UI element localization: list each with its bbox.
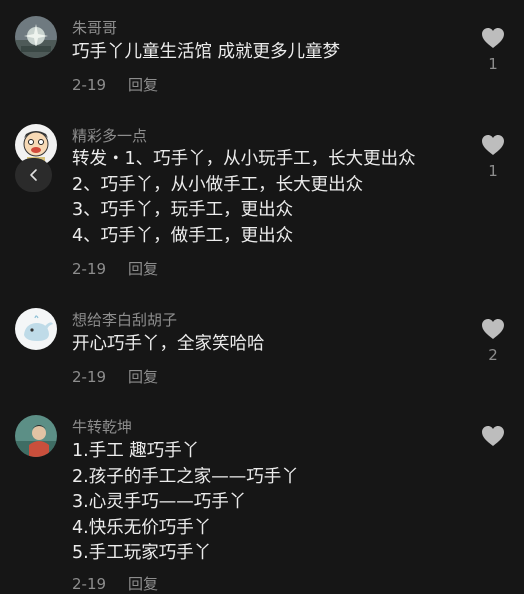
username[interactable]: 牛转乾坤 [72, 416, 132, 437]
comment-line: 5.手工玩家巧手丫 [72, 543, 212, 563]
avatar[interactable] [15, 16, 57, 58]
comment-line: 开心巧手丫，全家笑哈哈 [72, 334, 265, 354]
comment-meta: 2-19 回复 [72, 573, 158, 594]
heart-icon [482, 135, 504, 155]
chevron-left-icon [29, 169, 37, 181]
reply-button[interactable]: 回复 [128, 260, 158, 278]
like-count: 1 [488, 55, 498, 73]
back-button[interactable] [15, 158, 52, 192]
avatar[interactable] [15, 415, 57, 457]
heart-icon [482, 28, 504, 48]
avatar-image [15, 16, 57, 58]
like-count: 2 [488, 346, 498, 364]
like-button[interactable]: 2 [480, 318, 506, 364]
avatar-image [15, 415, 57, 457]
comment-line: 2、巧手丫，从小做手工，长大更出众 [72, 174, 364, 195]
comment-line: 转发・1、巧手丫，从小玩手工，长大更出众 [72, 149, 416, 169]
comment-text: 1.手工 趣巧手丫 2.孩子的手工之家——巧手丫 3.心灵手巧——巧手丫 4.快… [72, 439, 299, 567]
heart-icon [482, 426, 504, 446]
comment-date: 2-19 [72, 76, 107, 94]
comment-meta: 2-19 回复 [72, 258, 158, 279]
comment-date: 2-19 [72, 368, 107, 386]
reply-button[interactable]: 回复 [128, 575, 158, 593]
comment-meta: 2-19 回复 [72, 366, 158, 387]
comment-line: 2.孩子的手工之家——巧手丫 [72, 466, 299, 487]
comment-line: 巧手丫儿童生活馆 成就更多儿童梦 [72, 42, 341, 62]
like-count: 1 [488, 162, 498, 180]
comment-text: 开心巧手丫，全家笑哈哈 [72, 332, 265, 358]
comment-line: 3.心灵手巧——巧手丫 [72, 492, 247, 512]
comment-meta: 2-19 回复 [72, 74, 158, 95]
username[interactable]: 想给李白刮胡子 [72, 309, 177, 330]
reply-button[interactable]: 回复 [128, 368, 158, 386]
like-button[interactable]: 1 [480, 27, 506, 73]
username[interactable]: 朱哥哥 [72, 17, 117, 38]
comment-text: 转发・1、巧手丫，从小玩手工，长大更出众 2、巧手丫，从小做手工，长大更出众 3… [72, 147, 416, 249]
comment-line: 3、巧手丫，玩手工，更出众 [72, 200, 294, 220]
avatar[interactable] [15, 308, 57, 350]
reply-button[interactable]: 回复 [128, 76, 158, 94]
like-button[interactable] [480, 425, 506, 453]
comment-date: 2-19 [72, 575, 107, 593]
comment-line: 4、巧手丫，做手工，更出众 [72, 225, 294, 246]
comment-text: 巧手丫儿童生活馆 成就更多儿童梦 [72, 40, 340, 66]
username[interactable]: 精彩多一点 [72, 125, 147, 146]
comment-line: 1.手工 趣巧手丫 [72, 441, 200, 461]
avatar-image [15, 308, 57, 350]
like-button[interactable]: 1 [480, 134, 506, 180]
comment-date: 2-19 [72, 260, 107, 278]
heart-icon [482, 319, 504, 339]
comment-line: 4.快乐无价巧手丫 [72, 517, 212, 538]
